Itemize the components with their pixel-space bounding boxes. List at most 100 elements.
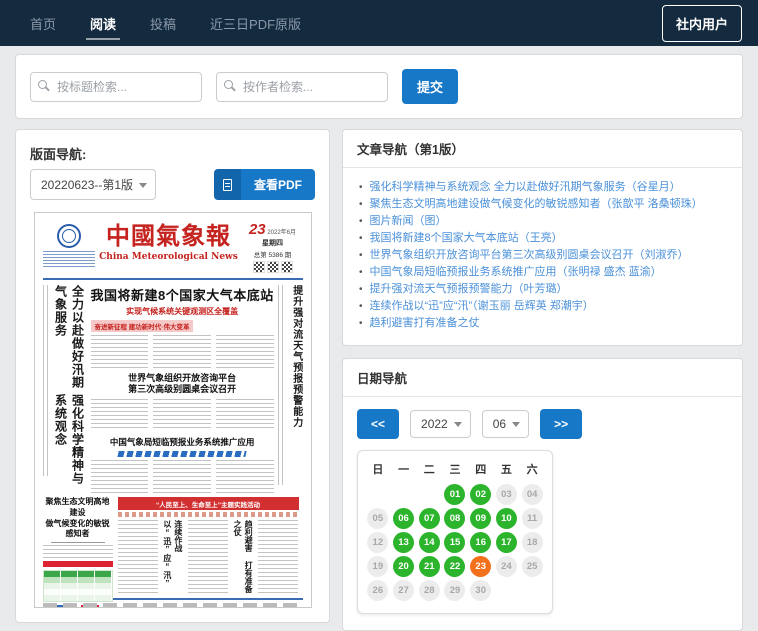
calendar-day-17[interactable]: 17	[496, 532, 517, 553]
calendar-day-empty	[522, 580, 543, 601]
weather-table-caption-placeholder	[43, 561, 113, 567]
search-icon	[224, 80, 233, 89]
nav-item-首页[interactable]: 首页	[30, 0, 56, 46]
calendar-day-08[interactable]: 08	[444, 508, 465, 529]
article-link[interactable]: 提升强对流天气预报预警能力（叶芳璐）	[370, 282, 568, 297]
calendar-day-empty	[367, 484, 388, 505]
title-search-wrap	[30, 72, 202, 102]
calendar-day-01[interactable]: 01	[444, 484, 465, 505]
title-search-input[interactable]	[30, 72, 202, 102]
author-search-input[interactable]	[216, 72, 388, 102]
article-link[interactable]: 聚焦生态文明高地建设做气候变化的敏锐感知者（张歆平 洛桑顿珠）	[370, 197, 703, 212]
newspaper-date-block: 23 2022年6月 星期四 总第 5386 期	[243, 221, 303, 275]
qr-code-icon	[253, 261, 265, 273]
nav-item-近三日PDF原版[interactable]: 近三日PDF原版	[210, 0, 301, 46]
month-select[interactable]: 06	[482, 410, 529, 438]
search-submit-button[interactable]: 提交	[402, 69, 458, 104]
calendar-day-25: 25	[522, 556, 543, 577]
calendar-day-04: 04	[522, 484, 543, 505]
vertical-headlines: 全力以赴做好汛期气象服务 强化科学精神与系统观念	[53, 285, 87, 493]
newspaper-title-en: China Meteorological News	[95, 252, 243, 262]
top-navbar: 首页阅读投稿近三日PDF原版 社内用户	[0, 0, 758, 46]
nav-items: 首页阅读投稿近三日PDF原版	[30, 0, 335, 46]
article-list-item: 连续作战以“迅”应“汛”（谢玉丽 岳辉英 郑潮宇）	[359, 299, 728, 314]
bottom-vertical-headline-2: 趋利避害 打有准备之仗	[232, 520, 254, 593]
internal-user-button[interactable]: 社内用户	[662, 5, 742, 42]
article-list-item: 世界气象组织开放咨询平台第三次高级别圆桌会议召开（刘淑乔）	[359, 248, 728, 263]
article-list: 强化科学精神与系统观念 全力以赴做好汛期气象服务（谷星月） 聚焦生态文明高地建设做…	[343, 168, 742, 345]
nav-item-投稿[interactable]: 投稿	[150, 0, 176, 46]
calendar-day-28: 28	[419, 580, 440, 601]
calendar-day-06[interactable]: 06	[393, 508, 414, 529]
calendar-day-05: 05	[367, 508, 388, 529]
article-list-item: 图片新闻（图）	[359, 214, 728, 229]
search-bar-card: 提交	[15, 54, 743, 119]
calendar-day-13[interactable]: 13	[393, 532, 414, 553]
calendar-day-empty	[496, 580, 517, 601]
blue-slogan-placeholder	[117, 451, 247, 457]
qr-code-icon	[267, 261, 279, 273]
main-headline: 我国将新建8个国家大气本底站	[91, 285, 274, 304]
weather-table-placeholder	[43, 570, 113, 602]
mid-headline-2: 中国气象局短临预报业务系统推广应用	[91, 436, 274, 448]
article-link[interactable]: 强化科学精神与系统观念 全力以赴做好汛期气象服务（谷星月）	[370, 180, 681, 195]
calendar-day-22[interactable]: 22	[444, 556, 465, 577]
calendar-day-07[interactable]: 07	[419, 508, 440, 529]
sub-headline: 实现气候系统关键观测区全覆盖	[91, 306, 274, 317]
kicker-text-placeholder	[43, 285, 50, 476]
article-link[interactable]: 连续作战以“迅”应“汛”（谢玉丽 岳辉英 郑潮宇）	[370, 299, 594, 314]
view-pdf-button[interactable]: 查看PDF	[214, 169, 315, 200]
newspaper-title-cn: 中國氣象報	[95, 221, 243, 251]
article-list-item: 我国将新建8个国家大气本底站（王亮）	[359, 231, 728, 246]
year-select[interactable]: 2022	[410, 410, 471, 438]
article-list-item: 中国气象局短临预报业务系统推广应用（张明禄 盛杰 蓝渝）	[359, 265, 728, 280]
article-link[interactable]: 中国气象局短临预报业务系统推广应用（张明禄 盛杰 蓝渝）	[370, 265, 662, 280]
newspaper-preview[interactable]: 中國氣象報 China Meteorological News 23 2022年…	[34, 212, 312, 608]
calendar-day-header: 六	[527, 461, 538, 477]
article-nav-title: 文章导航（第1版）	[343, 130, 742, 168]
nav-item-阅读[interactable]: 阅读	[90, 0, 116, 46]
edition-select[interactable]: 20220623--第1版	[30, 169, 156, 200]
campaign-badge: 奋进新征程 建功新时代·伟大变革	[91, 320, 194, 332]
calendar-day-empty	[419, 484, 440, 505]
calendar-day-10[interactable]: 10	[496, 508, 517, 529]
calendar-day-header: 一	[398, 461, 409, 477]
article-link[interactable]: 趋利避害打有准备之仗	[370, 316, 480, 331]
calendar-day-16[interactable]: 16	[470, 532, 491, 553]
calendar-day-11: 11	[522, 508, 543, 529]
calendar-day-12: 12	[367, 532, 388, 553]
qr-code-icon	[281, 261, 293, 273]
page-nav-title: 版面导航:	[30, 144, 315, 163]
calendar-day-header: 四	[475, 461, 486, 477]
article-link[interactable]: 我国将新建8个国家大气本底站（王亮）	[370, 231, 563, 246]
calendar-day-14[interactable]: 14	[419, 532, 440, 553]
calendar-day-header: 二	[424, 461, 435, 477]
calendar: 日一二三四五六010203040506070809101112131415161…	[357, 450, 553, 614]
article-list-item: 提升强对流天气预报预警能力（叶芳璐）	[359, 282, 728, 297]
calendar-day-header: 五	[501, 461, 512, 477]
right-vertical-headline: 提升强对流天气预报预警能力	[289, 285, 304, 493]
calendar-day-18: 18	[522, 532, 543, 553]
next-month-button[interactable]: >>	[540, 409, 582, 439]
calendar-day-02[interactable]: 02	[470, 484, 491, 505]
calendar-day-19: 19	[367, 556, 388, 577]
calendar-day-23[interactable]: 23	[470, 556, 491, 577]
calendar-day-20[interactable]: 20	[393, 556, 414, 577]
calendar-day-15[interactable]: 15	[444, 532, 465, 553]
article-nav-card: 文章导航（第1版） 强化科学精神与系统观念 全力以赴做好汛期气象服务（谷星月） 聚…	[342, 129, 743, 346]
article-link[interactable]: 世界气象组织开放咨询平台第三次高级别圆桌会议召开（刘淑乔）	[370, 248, 689, 263]
prev-month-button[interactable]: <<	[357, 409, 399, 439]
calendar-day-empty	[393, 484, 414, 505]
date-nav-title: 日期导航	[343, 359, 742, 397]
calendar-grid: 日一二三四五六010203040506070809101112131415161…	[365, 461, 545, 601]
calendar-day-header: 三	[449, 461, 460, 477]
article-link[interactable]: 图片新闻（图）	[370, 214, 447, 229]
page-nav-card: 版面导航: 20220623--第1版 查看PDF 中國氣象報 China Me…	[15, 129, 330, 623]
article-list-item: 强化科学精神与系统观念 全力以赴做好汛期气象服务（谷星月）	[359, 180, 728, 195]
date-nav-card: 日期导航 << 2022 06 >> 日一二三四五六01020304050607…	[342, 358, 743, 631]
eco-headline: 聚焦生态文明高地建设 做气候变化的敏锐感知者	[43, 497, 113, 540]
calendar-day-21[interactable]: 21	[419, 556, 440, 577]
newspaper-masthead: 中國氣象報 China Meteorological News 23 2022年…	[43, 221, 303, 275]
calendar-day-26: 26	[367, 580, 388, 601]
calendar-day-09[interactable]: 09	[470, 508, 491, 529]
